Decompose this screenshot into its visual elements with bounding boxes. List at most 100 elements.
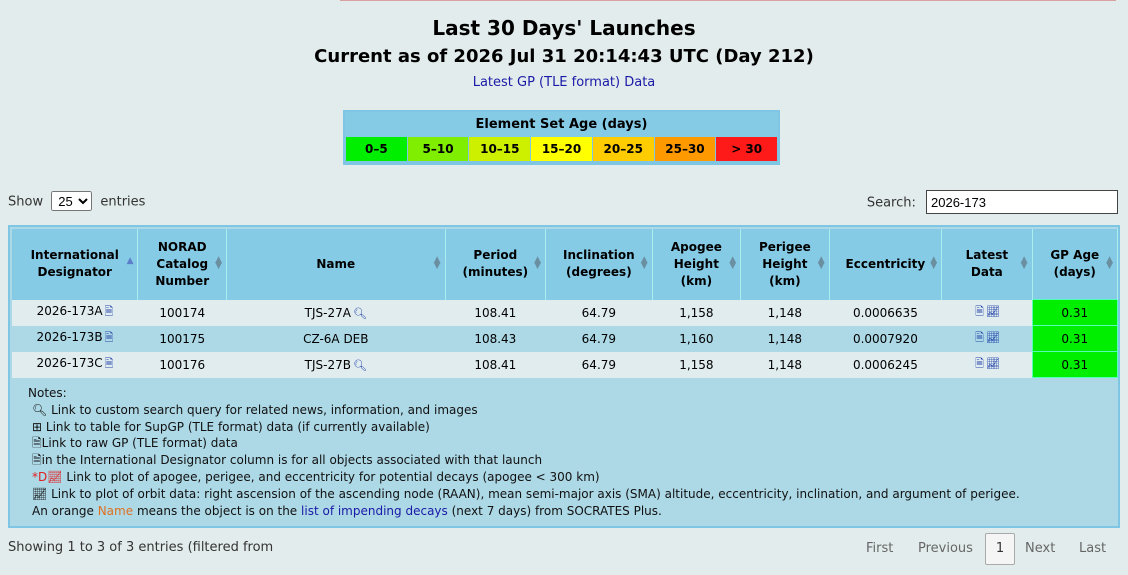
- cell-apogee: 1,160: [679, 331, 714, 346]
- cell-period: 108.41: [474, 357, 517, 372]
- column-header-label: Apogee Height (km): [670, 239, 722, 288]
- gp-data-link[interactable]: Latest GP (TLE format) Data: [0, 75, 1128, 90]
- note-orange-word: Name: [97, 503, 134, 518]
- table-cell: 2026-173A 🗎: [12, 299, 138, 326]
- document-icon[interactable]: 🗎: [105, 329, 114, 348]
- column-header[interactable]: NORAD Catalog Number ▲ ▼: [137, 229, 228, 300]
- cell-name[interactable]: TJS-27B: [305, 358, 351, 372]
- cell-inclination: 64.79: [581, 331, 617, 346]
- column-header[interactable]: Latest Data ▲ ▼: [941, 229, 1033, 300]
- table-cell: TJS-27A 🔍︎: [226, 299, 446, 326]
- gp-age-cell: 0.31: [1031, 299, 1119, 326]
- cell-eccentricity: 0.0006245: [852, 357, 918, 372]
- table-cell: TJS-27B 🔍︎: [226, 351, 446, 378]
- legend-bin: 10–15: [468, 137, 531, 161]
- document-icon[interactable]: 🗎: [975, 355, 984, 374]
- search-input[interactable]: [926, 190, 1118, 214]
- entries-per-page-select[interactable]: 25: [51, 191, 93, 211]
- gp-age-cell: 0.31: [1031, 325, 1119, 352]
- page-subtitle: Current as of 2026 Jul 31 20:14:43 UTC (…: [314, 46, 814, 67]
- column-header[interactable]: Period (minutes) ▲ ▼: [445, 229, 547, 300]
- document-icon: 🗎: [32, 436, 42, 451]
- first-page-button[interactable]: First: [866, 533, 893, 565]
- cell-norad: 100175: [159, 331, 206, 346]
- note-orange-mid: means the object is on the: [136, 503, 298, 518]
- previous-page-button[interactable]: Previous: [918, 533, 973, 565]
- cell-age: 0.31: [1061, 331, 1089, 346]
- chart-icon: 📈︎: [32, 486, 48, 501]
- column-header-label: Inclination (degrees): [563, 248, 635, 280]
- table-cell: 64.79: [545, 351, 653, 378]
- column-header[interactable]: Perigee Height (km) ▲ ▼: [740, 229, 830, 300]
- cell-designator[interactable]: 2026-173B: [37, 330, 103, 344]
- last-page-button[interactable]: Last: [1079, 533, 1106, 565]
- document-icon: 🗎: [32, 453, 42, 468]
- cell-inclination: 64.79: [581, 357, 617, 372]
- sort-icon: ▲ ▼: [1020, 255, 1028, 271]
- note-designator: in the International Designator column i…: [41, 453, 543, 468]
- table-cell: 100176: [137, 351, 227, 378]
- column-header-label: Perigee Height (km): [758, 239, 811, 288]
- table-cell: 🗎 📈︎: [941, 351, 1033, 378]
- column-header[interactable]: GP Age (days) ▲ ▼: [1032, 229, 1119, 300]
- document-icon[interactable]: 🗎: [975, 303, 984, 322]
- document-icon[interactable]: 🗎: [105, 303, 114, 322]
- legend-bin: 0–5: [346, 137, 407, 161]
- table-cell: 108.43: [445, 325, 546, 352]
- table-cell: 100175: [137, 325, 227, 352]
- document-icon[interactable]: 🗎: [105, 355, 114, 374]
- search-icon[interactable]: 🔍︎: [353, 359, 367, 372]
- cell-perigee: 1,148: [767, 357, 803, 372]
- chart-icon[interactable]: 📈︎: [986, 331, 1000, 344]
- column-header-label: NORAD Catalog Number: [155, 239, 210, 288]
- legend-bin: 15–20: [530, 137, 592, 161]
- chart-icon[interactable]: 📈︎: [986, 357, 1000, 370]
- table-cell: 🗎 📈︎: [941, 325, 1033, 352]
- table-cell: 1,148: [740, 299, 830, 326]
- chart-icon[interactable]: 📈︎: [986, 305, 1000, 318]
- notes-title: Notes:: [28, 386, 67, 400]
- cell-designator[interactable]: 2026-173C: [36, 356, 102, 370]
- entries-length-control: Show 25 entries: [8, 191, 145, 211]
- column-header[interactable]: Apogee Height (km) ▲ ▼: [652, 229, 742, 300]
- column-header[interactable]: Eccentricity ▲ ▼: [829, 229, 943, 300]
- column-header-label: GP Age (days): [1050, 248, 1100, 279]
- notes-section: Notes: 🔍︎ Link to custom search query fo…: [28, 385, 1020, 519]
- current-page-button[interactable]: 1: [985, 533, 1015, 565]
- column-header[interactable]: Inclination (degrees) ▲ ▼: [545, 229, 653, 300]
- table-icon: ⊞: [32, 419, 43, 434]
- next-page-button[interactable]: Next: [1025, 533, 1055, 565]
- column-header[interactable]: International Designator ▲: [12, 229, 139, 300]
- sort-icon: ▲ ▼: [215, 255, 223, 271]
- page-title: Last 30 Days' Launches: [432, 16, 696, 40]
- cell-eccentricity: 0.0006635: [852, 305, 918, 320]
- table-row: 2026-173A 🗎 100174 TJS-27A 🔍︎ 108.41 64.79 1,15…: [12, 299, 1119, 326]
- note-decay: Link to plot of apogee, perigee, and ecc…: [66, 469, 600, 484]
- table-row: 2026-173B 🗎 100175 CZ-6A DEB 108.43 64.79 1,16…: [12, 325, 1119, 352]
- note-orbit: Link to plot of orbit data: right ascens…: [51, 486, 1020, 501]
- table-info: Showing 1 to 3 of 3 entries (filtered fr…: [8, 540, 274, 555]
- cell-apogee: 1,158: [679, 305, 714, 320]
- sort-icon: ▲ ▼: [930, 255, 938, 271]
- sort-icon: ▲ ▼: [1106, 255, 1113, 271]
- table-cell: 1,158: [652, 299, 741, 326]
- impending-decays-link[interactable]: list of impending decays: [301, 504, 448, 518]
- column-header-label: International Designator: [30, 248, 119, 280]
- table-cell: CZ-6A DEB: [226, 325, 446, 352]
- cell-designator[interactable]: 2026-173A: [37, 304, 103, 318]
- entries-label: entries: [100, 194, 146, 210]
- table-cell: 🗎 📈︎: [941, 299, 1033, 326]
- gp-age-cell: 0.31: [1031, 351, 1119, 378]
- column-header[interactable]: Name ▲ ▼: [226, 229, 446, 300]
- show-label: Show: [8, 194, 44, 210]
- cell-name[interactable]: CZ-6A DEB: [303, 332, 368, 346]
- legend-title: Element Set Age (days): [345, 112, 778, 137]
- document-icon[interactable]: 🗎: [975, 329, 984, 348]
- table-cell: 2026-173C 🗎: [12, 351, 138, 378]
- search-icon[interactable]: 🔍︎: [353, 307, 367, 320]
- cell-name[interactable]: TJS-27A: [305, 306, 351, 320]
- decay-marker: *D: [32, 469, 48, 484]
- cell-period: 108.43: [474, 331, 517, 346]
- table-cell: 1,158: [652, 351, 741, 378]
- cell-norad: 100174: [159, 305, 206, 320]
